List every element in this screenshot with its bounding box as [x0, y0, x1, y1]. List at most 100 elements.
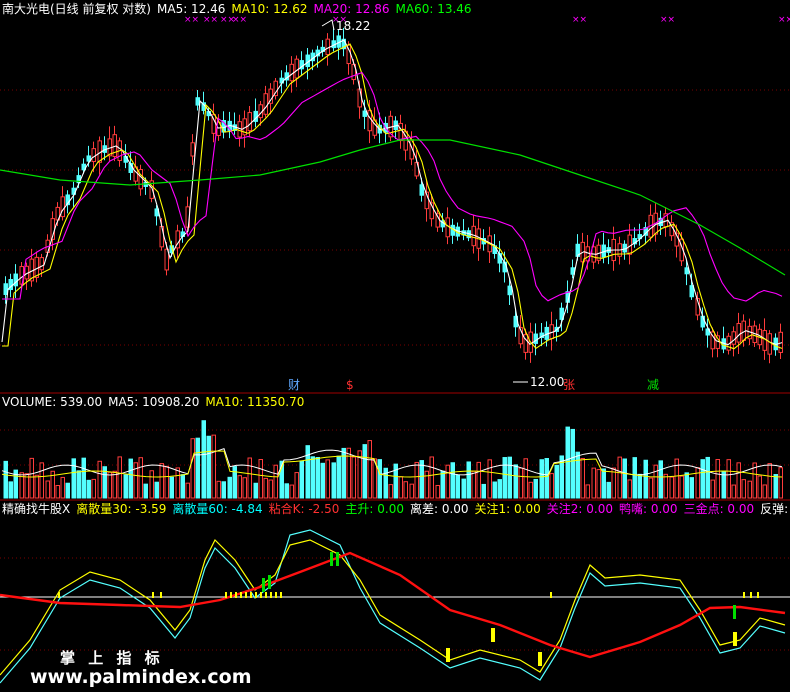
volume-bar — [169, 476, 174, 499]
candle-body — [533, 333, 538, 344]
volume-bar — [310, 456, 315, 499]
volume-bar — [533, 478, 538, 499]
volume-bar — [227, 476, 232, 499]
volume-bar — [663, 473, 668, 499]
volume-bar — [596, 469, 601, 499]
volume-bar — [91, 478, 96, 499]
volume-bar — [518, 467, 523, 499]
candle-body — [684, 267, 689, 275]
volume-bar — [331, 462, 336, 499]
volume-bar — [305, 445, 310, 499]
volume-bar — [201, 420, 206, 499]
volume-bar — [507, 456, 512, 499]
indicator-header-item: 三金点: 0.00 — [683, 502, 755, 516]
volume-bar — [440, 470, 445, 499]
volume-bar — [601, 468, 606, 499]
volume-bar — [481, 483, 486, 499]
volume-bar — [180, 474, 185, 499]
ma5-line — [1, 39, 783, 346]
candle-body — [263, 93, 268, 115]
indicator-tick — [260, 592, 262, 598]
volume-bar — [289, 484, 294, 499]
volume-bar — [502, 457, 507, 499]
candle-body — [247, 112, 252, 132]
volume-bar — [689, 477, 694, 499]
volume-bar — [528, 481, 533, 499]
price-panel-header: 南大光电(日线 前复权 对数) MA5: 12.46 MA10: 12.62 MA20… — [2, 2, 478, 17]
volume-bar — [211, 434, 216, 499]
volume-bar — [419, 460, 424, 499]
volume-bar — [362, 444, 367, 499]
volume-bar — [710, 479, 715, 499]
indicator-tick — [750, 592, 752, 598]
price-header-item: MA60: 13.46 — [395, 2, 472, 16]
top-marker: ×× — [778, 15, 790, 25]
indicator-header-item: 粘合K: -2.50 — [268, 502, 340, 516]
volume-bar — [492, 481, 497, 499]
volume-bar — [549, 473, 554, 499]
volume-bar — [97, 460, 102, 499]
indicator-tick — [743, 592, 745, 598]
volume-bar — [55, 484, 60, 499]
candle-body — [507, 285, 512, 296]
indicator-header-item: 反弹: 0.00 — [760, 502, 790, 516]
indicator-tick — [152, 592, 154, 598]
volume-bar — [117, 456, 122, 499]
volume-bar — [247, 457, 252, 499]
volume-bar — [741, 479, 746, 499]
volume-header-item: MA5: 10908.20 — [108, 395, 200, 409]
candle-body — [190, 142, 195, 157]
volume-bar — [398, 476, 403, 499]
indicator-tick — [265, 592, 267, 598]
candle-body — [357, 88, 362, 108]
price-header-item: MA20: 12.86 — [313, 2, 390, 16]
volume-bar — [325, 459, 330, 499]
price-header-item: 南大光电(日线 前复权 对数) — [2, 2, 151, 16]
volume-bar — [731, 484, 736, 499]
candle-body — [60, 196, 65, 218]
signal-marker — [538, 652, 542, 666]
volume-bar — [757, 475, 762, 499]
volume-bar — [773, 474, 778, 499]
volume-bar — [736, 462, 741, 499]
chart-canvas[interactable]: ×× ×× ×××× ×× ×× ×× ××18.2212.00财 $ 张减 — [0, 0, 790, 692]
indicator-header-item: 主升: 0.00 — [345, 502, 404, 516]
volume-bar — [159, 463, 164, 499]
volume-bar — [71, 458, 76, 499]
volume-bar — [591, 467, 596, 499]
indicator-tick — [270, 592, 272, 598]
signal-marker — [446, 648, 450, 662]
volume-bar — [237, 475, 242, 499]
volume-bar — [315, 457, 320, 499]
candle-body — [398, 122, 403, 142]
candle-body — [294, 58, 299, 79]
ma20-line — [2, 71, 783, 302]
indicator-panel-header: 精确找牛股X 离散量30: -3.59 离散量60: -4.84 粘合K: -2.50… — [2, 502, 790, 517]
volume-bar — [164, 465, 169, 499]
volume-bar — [216, 480, 221, 499]
volume-bar — [455, 474, 460, 499]
stock-chart-window: ×× ×× ×× ×× ×× ×× ×× ×× 18.22 12.00 财 $ 张减 南大光电(日线 前… — [0, 0, 790, 692]
volume-bar — [575, 451, 580, 499]
indicator-tick — [255, 592, 257, 598]
high-price-label: 18.22 — [336, 19, 370, 33]
volume-bar — [726, 459, 731, 499]
volume-bar — [273, 464, 278, 499]
indicator-tick — [240, 592, 242, 598]
indicator-header-item: 关注2: 0.00 — [546, 502, 613, 516]
volume-bar — [29, 457, 34, 499]
watermark-title: 掌 上 指 标 — [60, 649, 164, 667]
volume-bar — [778, 467, 783, 499]
indicator-tick — [757, 592, 759, 598]
cohesion-k-line — [0, 551, 786, 659]
volume-bar — [149, 470, 154, 499]
event-marker: $ — [346, 378, 354, 392]
candle-body — [39, 257, 44, 271]
volume-bar — [299, 460, 304, 499]
indicator-tick — [225, 592, 227, 598]
volume-header-item: MA10: 11350.70 — [205, 395, 305, 409]
volume-bar — [445, 464, 450, 499]
volume-bar — [185, 482, 190, 499]
volume-bar — [705, 456, 710, 499]
indicator-tick — [235, 592, 237, 598]
